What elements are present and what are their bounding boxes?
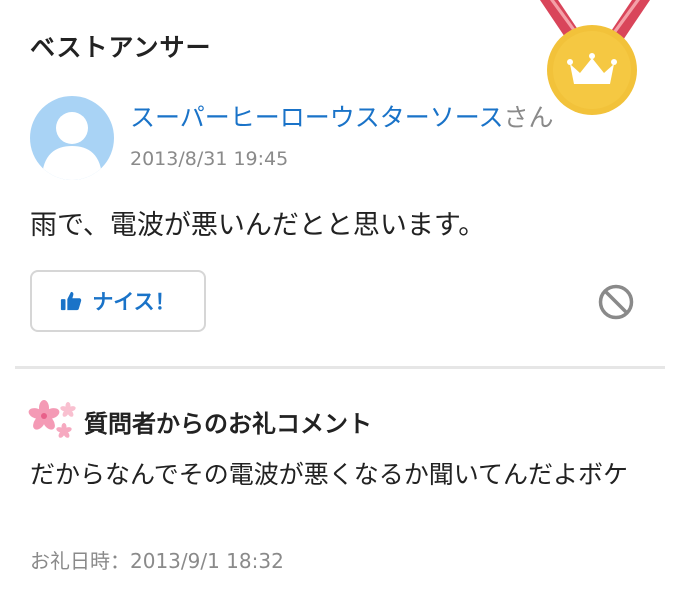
sakura-icon [28, 400, 76, 438]
author-honorific: さん [503, 103, 554, 132]
section-title: ベストアンサー [30, 33, 212, 62]
user-avatar[interactable] [30, 96, 114, 180]
thanks-date-value: 2013/9/1 18:32 [130, 549, 284, 573]
author-name-link[interactable]: スーパーヒーローウスターソース [130, 103, 504, 132]
thanks-comment-body: だからなんでその電波が悪くなるか聞いてんだよボケ [30, 460, 629, 489]
thanks-date-label: お礼日時： [30, 549, 130, 573]
thanks-comment-title: 質問者からのお礼コメント [84, 410, 372, 438]
answer-date: 2013/8/31 19:45 [130, 148, 289, 170]
default-user-avatar-icon [42, 112, 102, 180]
nice-button-label: ナイス！ [92, 290, 176, 314]
crown-medal-icon [540, 0, 650, 115]
thanks-comment-date: お礼日時：2013/9/1 18:32 [30, 545, 284, 574]
prohibit-icon[interactable] [597, 283, 635, 321]
answer-body: 雨で、電波が悪いんだとと思います。 [30, 210, 486, 241]
section-divider [15, 366, 665, 369]
nice-button[interactable]: ナイス！ [30, 270, 206, 332]
answer-author: スーパーヒーローウスターソースさん [130, 98, 554, 134]
thumbs-up-icon [61, 291, 82, 311]
